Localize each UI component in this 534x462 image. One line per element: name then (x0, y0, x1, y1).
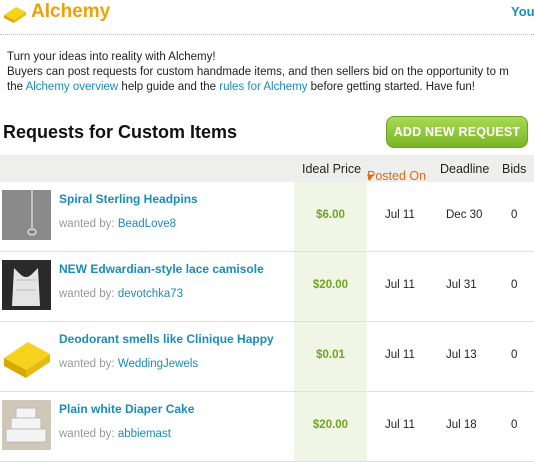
item-thumbnail[interactable] (2, 190, 51, 240)
posted-on: Jul 11 (385, 349, 415, 361)
table-row: Plain white Diaper Cake wanted by: abbie… (0, 392, 534, 462)
price-cell: $20.00 (294, 392, 367, 461)
wanted-by: wanted by: devotchka73 (59, 288, 183, 300)
rules-link[interactable]: rules for Alchemy (219, 81, 307, 93)
wanted-by-label: wanted by: (59, 358, 118, 370)
wanted-by: wanted by: BeadLove8 (59, 218, 176, 230)
request-title[interactable]: NEW Edwardian-style lace camisole (59, 262, 264, 276)
column-posted-on-label: Posted On (367, 169, 427, 183)
bids-count: 0 (511, 209, 518, 221)
table-row: NEW Edwardian-style lace camisole wanted… (0, 252, 534, 322)
deadline: Jul 31 (446, 279, 477, 291)
intro-line-2: Buyers can post requests for custom hand… (7, 66, 509, 78)
column-bids[interactable]: Bids (502, 162, 526, 176)
table-row: Deodorant smells like Clinique Happy wan… (0, 322, 534, 392)
header: Alchemy Your (0, 0, 534, 26)
intro-line-3: the Alchemy overview help guide and the … (7, 80, 509, 95)
price-cell: $20.00 (294, 252, 367, 321)
deadline: Jul 18 (446, 419, 477, 431)
ideal-price: $0.01 (316, 349, 345, 361)
add-new-request-button[interactable]: ADD NEW REQUEST (386, 116, 528, 148)
brand-title[interactable]: Alchemy (31, 1, 110, 23)
gold-bar-icon (2, 3, 28, 28)
item-thumbnail[interactable] (2, 400, 51, 450)
your-account-link[interactable]: Your (511, 4, 534, 19)
wanted-by-label: wanted by: (59, 288, 118, 300)
section-title: Requests for Custom Items (3, 122, 238, 142)
wanted-by: wanted by: abbiemast (59, 428, 171, 440)
table-header: Ideal Price Posted On ▾ Deadline Bids (0, 155, 534, 184)
wanted-by: wanted by: WeddingJewels (59, 358, 198, 370)
item-thumbnail[interactable] (2, 260, 51, 310)
item-thumbnail[interactable] (2, 330, 51, 380)
wanted-by-label: wanted by: (59, 428, 118, 440)
buyer-link[interactable]: abbiemast (118, 428, 171, 440)
column-ideal-price[interactable]: Ideal Price (302, 162, 361, 176)
alchemy-overview-link[interactable]: Alchemy overview (26, 81, 119, 93)
request-title[interactable]: Plain white Diaper Cake (59, 402, 194, 416)
posted-on: Jul 11 (385, 209, 415, 221)
intro-text-segment: help guide and the (118, 81, 220, 93)
column-deadline[interactable]: Deadline (440, 162, 489, 176)
posted-on: Jul 11 (385, 419, 415, 431)
ideal-price: $20.00 (312, 419, 349, 431)
bids-count: 0 (511, 279, 518, 291)
table-row: Spiral Sterling Headpins wanted by: Bead… (0, 182, 534, 252)
price-cell: $0.01 (294, 322, 367, 391)
wanted-by-label: wanted by: (59, 218, 118, 230)
posted-on: Jul 11 (385, 279, 415, 291)
intro-text: Turn your ideas into reality with Alchem… (7, 50, 509, 95)
deadline: Dec 30 (446, 209, 483, 221)
ideal-price: $6.00 (316, 209, 345, 221)
request-title[interactable]: Deodorant smells like Clinique Happy (59, 332, 274, 346)
request-title[interactable]: Spiral Sterling Headpins (59, 192, 198, 206)
buyer-link[interactable]: devotchka73 (118, 288, 183, 300)
ideal-price: $20.00 (312, 279, 349, 291)
bids-count: 0 (511, 349, 518, 361)
intro-text-segment: the (7, 81, 26, 93)
buyer-link[interactable]: WeddingJewels (118, 358, 198, 370)
intro-text-segment: before getting started. Have fun! (307, 81, 475, 93)
buyer-link[interactable]: BeadLove8 (118, 218, 176, 230)
deadline: Jul 13 (446, 349, 477, 361)
divider (0, 34, 534, 35)
intro-line-1: Turn your ideas into reality with Alchem… (7, 51, 216, 63)
bids-count: 0 (511, 419, 518, 431)
price-cell: $6.00 (294, 182, 367, 251)
